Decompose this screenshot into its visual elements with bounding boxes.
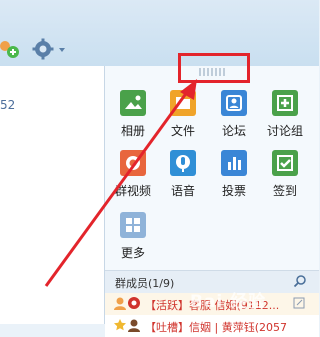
annotation-arrow — [44, 79, 197, 287]
watermark: Bai 经验 — [190, 292, 267, 312]
